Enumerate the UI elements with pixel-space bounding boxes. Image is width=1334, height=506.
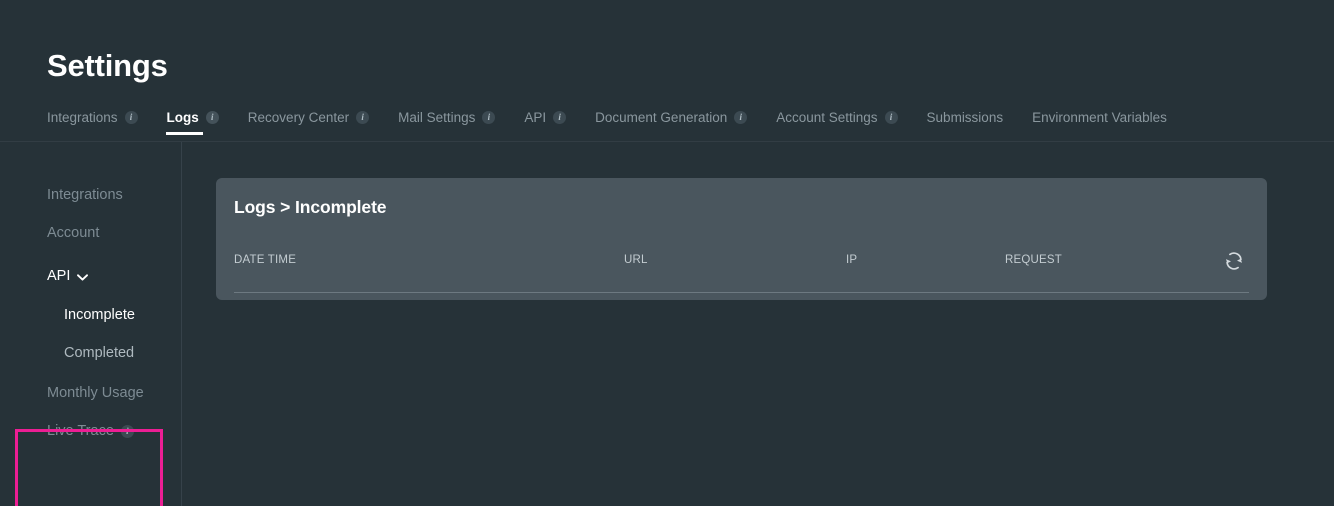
- page-title: Settings: [47, 48, 168, 83]
- table-divider: [234, 292, 1249, 293]
- tab-label: API: [524, 110, 547, 125]
- info-icon[interactable]: i: [884, 111, 898, 124]
- sidebar-item-label: API: [47, 268, 71, 284]
- tab-document-generation[interactable]: Document Generation i: [595, 110, 748, 135]
- tab-label: Submissions: [926, 110, 1004, 125]
- sidebar-item-account[interactable]: Account: [47, 226, 99, 241]
- chevron-down-icon: [77, 274, 89, 281]
- tab-integrations[interactable]: Integrations i: [47, 110, 138, 135]
- sidebar-item-live-trace[interactable]: Live Trace i: [47, 424, 134, 439]
- sidebar-item-label: Monthly Usage: [47, 385, 144, 401]
- info-icon[interactable]: i: [120, 424, 134, 438]
- tab-label: Logs: [166, 110, 199, 125]
- logs-panel: Logs > Incomplete DATE TIME URL IP REQUE…: [216, 178, 1267, 300]
- sidebar-item-api[interactable]: API: [47, 268, 89, 284]
- sidebar-item-completed[interactable]: Completed: [64, 346, 134, 361]
- sidebar-item-integrations[interactable]: Integrations: [47, 188, 123, 203]
- sidebar-item-label: Completed: [64, 345, 135, 361]
- column-header-ip[interactable]: IP: [846, 254, 857, 267]
- logs-table-header: DATE TIME URL IP REQUEST: [216, 250, 1267, 276]
- tab-logs[interactable]: Logs i: [165, 110, 219, 135]
- column-header-request[interactable]: REQUEST: [1005, 254, 1062, 267]
- tab-label: Document Generation: [595, 110, 728, 125]
- tab-account-settings[interactable]: Account Settings i: [776, 110, 898, 135]
- info-icon[interactable]: i: [734, 111, 748, 124]
- tab-api[interactable]: API i: [524, 110, 567, 135]
- info-icon[interactable]: i: [553, 111, 567, 124]
- tab-submissions[interactable]: Submissions: [927, 110, 1004, 135]
- api-section-highlight: [15, 429, 163, 506]
- tab-environment-variables[interactable]: Environment Variables: [1032, 110, 1167, 135]
- tab-label: Recovery Center: [247, 110, 350, 125]
- sidebar-item-label: Live Trace: [47, 423, 114, 439]
- info-icon[interactable]: i: [482, 111, 496, 124]
- info-icon[interactable]: i: [124, 111, 138, 124]
- settings-sidebar: Integrations Account API Incomplete Comp…: [0, 142, 182, 506]
- info-icon[interactable]: i: [356, 111, 370, 124]
- tab-label: Environment Variables: [1032, 110, 1167, 125]
- column-header-date-time[interactable]: DATE TIME: [234, 254, 296, 267]
- tab-mail-settings[interactable]: Mail Settings i: [398, 110, 496, 135]
- tab-label: Integrations: [47, 110, 118, 125]
- tab-recovery-center[interactable]: Recovery Center i: [247, 110, 370, 135]
- sidebar-item-label: Integrations: [47, 187, 123, 203]
- panel-title: Logs > Incomplete: [234, 197, 387, 217]
- sidebar-item-label: Incomplete: [64, 307, 135, 323]
- refresh-icon[interactable]: [1223, 250, 1245, 272]
- sidebar-item-incomplete[interactable]: Incomplete: [64, 308, 135, 323]
- sidebar-item-monthly-usage[interactable]: Monthly Usage: [47, 386, 144, 401]
- tab-label: Mail Settings: [398, 110, 476, 125]
- settings-tab-bar: Integrations i Logs i Recovery Center i …: [47, 110, 1196, 142]
- page-header: Settings Integrations i Logs i Recovery …: [0, 0, 1334, 142]
- tab-label: Account Settings: [776, 110, 878, 125]
- sidebar-item-label: Account: [47, 225, 100, 241]
- info-icon[interactable]: i: [205, 111, 219, 124]
- content-area: Integrations Account API Incomplete Comp…: [0, 142, 1334, 506]
- column-header-url[interactable]: URL: [624, 254, 648, 267]
